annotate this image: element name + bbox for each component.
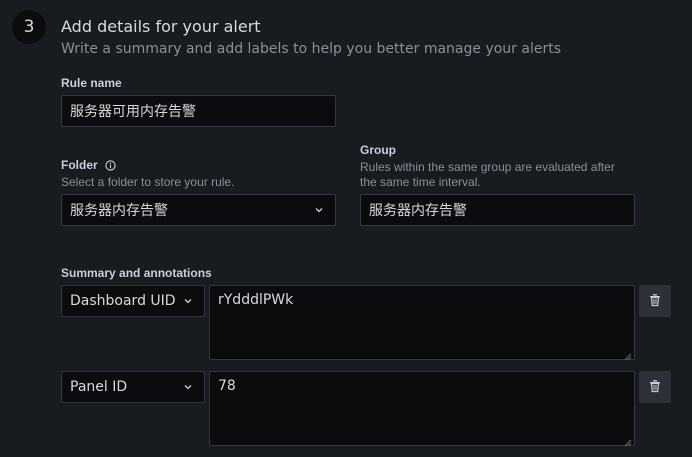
step-subtitle: Write a summary and add labels to help y… bbox=[61, 41, 562, 57]
folder-select[interactable]: 服务器内存告警 bbox=[61, 194, 336, 226]
annotation-key-value: Dashboard UID bbox=[70, 293, 176, 309]
folder-description: Select a folder to store your rule. bbox=[61, 175, 235, 189]
delete-annotation-button[interactable] bbox=[639, 371, 671, 403]
chevron-down-icon bbox=[313, 204, 325, 216]
trash-icon bbox=[648, 378, 662, 397]
step-title: Add details for your alert bbox=[61, 17, 261, 36]
annotation-value-text: rYdddlPWk bbox=[218, 292, 294, 308]
group-description-line2: the same time interval. bbox=[360, 175, 481, 189]
trash-icon bbox=[648, 292, 662, 311]
rule-name-label: Rule name bbox=[61, 76, 122, 90]
annotation-value-text: 78 bbox=[218, 378, 236, 394]
group-value: 服务器内存告警 bbox=[369, 203, 467, 219]
group-description-line1: Rules within the same group are evaluate… bbox=[360, 160, 615, 174]
folder-label-text: Folder bbox=[61, 158, 98, 172]
rule-name-value: 服务器可用内存告警 bbox=[70, 104, 196, 120]
folder-selected-value: 服务器内存告警 bbox=[70, 203, 168, 219]
delete-annotation-button[interactable] bbox=[639, 285, 671, 317]
resize-handle-icon[interactable] bbox=[624, 435, 632, 447]
annotation-key-select[interactable]: Dashboard UID bbox=[61, 285, 205, 317]
annotation-key-value: Panel ID bbox=[70, 379, 128, 395]
annotation-value-textarea[interactable]: 78 bbox=[209, 371, 635, 447]
step-number-badge: 3 bbox=[12, 10, 46, 44]
annotation-key-select[interactable]: Panel ID bbox=[61, 371, 205, 403]
chevron-down-icon bbox=[182, 381, 194, 393]
group-label: Group bbox=[360, 143, 396, 157]
info-circle-icon[interactable] bbox=[105, 160, 116, 171]
annotation-value-textarea[interactable]: rYdddlPWk bbox=[209, 285, 635, 361]
group-input[interactable]: 服务器内存告警 bbox=[360, 194, 635, 226]
annotations-label: Summary and annotations bbox=[61, 266, 212, 280]
chevron-down-icon bbox=[182, 295, 194, 307]
folder-label: Folder bbox=[61, 158, 116, 172]
resize-handle-icon[interactable] bbox=[624, 349, 632, 361]
rule-name-input[interactable]: 服务器可用内存告警 bbox=[61, 95, 336, 127]
